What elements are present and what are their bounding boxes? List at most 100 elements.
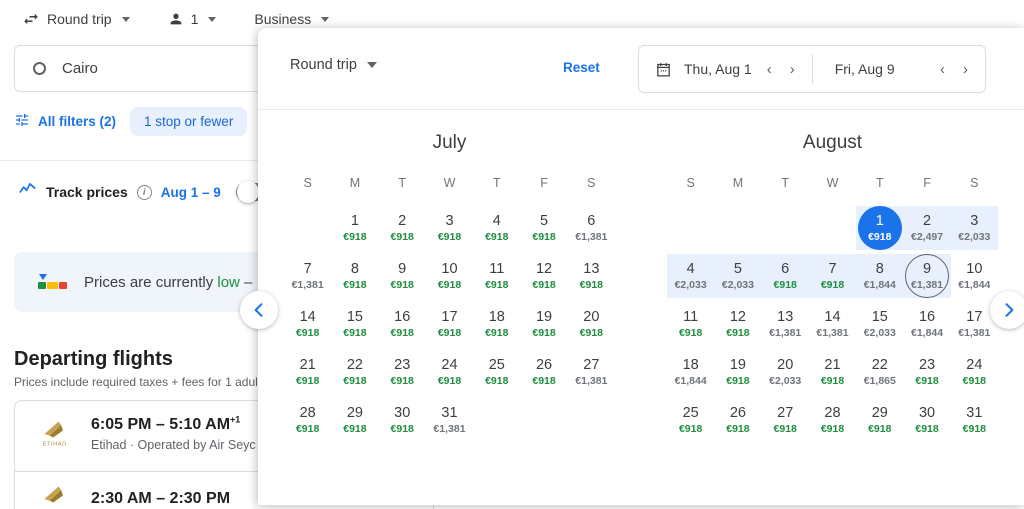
day-price: €918 bbox=[820, 422, 845, 435]
stops-filter-chip[interactable]: 1 stop or fewer bbox=[130, 107, 248, 136]
calendar-day-cell[interactable]: 6 €918 bbox=[762, 252, 809, 300]
calendar-day-cell[interactable]: 3 €918 bbox=[426, 204, 473, 252]
calendar-day-cell[interactable]: 2 €918 bbox=[379, 204, 426, 252]
day-price: €918 bbox=[820, 278, 845, 291]
weekday-label: S bbox=[970, 176, 979, 190]
return-date-field[interactable]: Fri, Aug 9 ‹ › bbox=[813, 46, 985, 92]
all-filters-button[interactable]: All filters (2) bbox=[14, 112, 116, 131]
chevron-down-icon bbox=[208, 16, 217, 22]
calendar-week: 11 €918 12 €918 13 €1,381 14 €1,381 15 €2,033 16 €1… bbox=[667, 300, 998, 348]
calendar-day-cell[interactable]: 18 €918 bbox=[473, 300, 520, 348]
calendar-day-cell[interactable]: 9 €918 bbox=[379, 252, 426, 300]
calendar-day-cell[interactable]: 27 €918 bbox=[762, 396, 809, 444]
calendar-day-cell[interactable]: 25 €918 bbox=[667, 396, 714, 444]
day-price: €918 bbox=[295, 326, 320, 339]
calendar-day-cell[interactable]: 10 €1,844 bbox=[951, 252, 998, 300]
passengers-selector[interactable]: 1 bbox=[160, 7, 225, 31]
calendar-day-cell[interactable]: 19 €918 bbox=[714, 348, 761, 396]
day-price: €918 bbox=[485, 278, 509, 291]
calendar-day-cell[interactable]: 2 €2,497 bbox=[903, 204, 950, 252]
calendar-day-cell[interactable]: 14 €1,381 bbox=[809, 300, 856, 348]
trip-type-selector[interactable]: Round trip bbox=[14, 6, 138, 32]
calendar-day-cell[interactable]: 23 €918 bbox=[379, 348, 426, 396]
calendar-day-cell[interactable]: 8 €1,844 bbox=[856, 252, 903, 300]
calendar-day-cell[interactable]: 15 €918 bbox=[331, 300, 378, 348]
departure-prev-day-button[interactable]: ‹ bbox=[764, 60, 775, 79]
calendar-week: 4 €2,033 5 €2,033 6 €918 7 €918 8 €1,844 9 €1,381 10… bbox=[667, 252, 998, 300]
day-number: 7 bbox=[828, 260, 837, 277]
calendar-day-cell[interactable]: 26 €918 bbox=[714, 396, 761, 444]
calendar-day-cell[interactable]: 27 €1,381 bbox=[568, 348, 615, 396]
calendar-day-cell[interactable]: 11 €918 bbox=[473, 252, 520, 300]
calendar-day-cell[interactable]: 1 €918 bbox=[856, 204, 903, 252]
month-title: July bbox=[432, 132, 467, 153]
calendar-day-cell[interactable]: 28 €918 bbox=[284, 396, 331, 444]
calendar-day-cell[interactable]: 11 €918 bbox=[667, 300, 714, 348]
day-price: €1,381 bbox=[911, 278, 944, 291]
calendar-day-cell[interactable]: 16 €1,844 bbox=[903, 300, 950, 348]
calendar-day-cell[interactable]: 10 €918 bbox=[426, 252, 473, 300]
calendar-day-cell[interactable]: 13 €1,381 bbox=[762, 300, 809, 348]
calendar-day-cell[interactable]: 23 €918 bbox=[903, 348, 950, 396]
calendar-day-cell[interactable]: 9 €1,381 bbox=[903, 252, 950, 300]
day-number: 24 bbox=[441, 356, 458, 373]
day-price: €918 bbox=[726, 374, 750, 387]
calendar-day-cell[interactable]: 5 €918 bbox=[520, 204, 567, 252]
calendar-day-cell[interactable]: 7 €1,381 bbox=[284, 252, 331, 300]
calendar-day-cell[interactable]: 19 €918 bbox=[520, 300, 567, 348]
calendar-day-cell[interactable]: 14 €918 bbox=[284, 300, 331, 348]
return-prev-day-button[interactable]: ‹ bbox=[937, 60, 948, 79]
calendar-day-cell[interactable]: 24 €918 bbox=[951, 348, 998, 396]
calendar-day-cell[interactable]: 18 €1,844 bbox=[667, 348, 714, 396]
day-price: €918 bbox=[579, 326, 604, 339]
day-price: €1,844 bbox=[863, 278, 896, 291]
calendar-day-cell[interactable]: 7 €918 bbox=[809, 252, 856, 300]
popup-trip-type-selector[interactable]: Round trip bbox=[290, 57, 377, 73]
calendar-day-cell[interactable]: 4 €918 bbox=[473, 204, 520, 252]
calendar-day-cell[interactable]: 31 €918 bbox=[951, 396, 998, 444]
departure-date-field[interactable]: Thu, Aug 1 ‹ › bbox=[639, 46, 812, 92]
calendar-day-cell[interactable]: 31 €1,381 bbox=[426, 396, 473, 444]
calendar-day-cell[interactable]: 26 €918 bbox=[520, 348, 567, 396]
track-prices-row: Track prices i Aug 1 – 9 bbox=[18, 180, 278, 204]
day-number: 9 bbox=[398, 260, 407, 277]
calendar-empty-cell bbox=[667, 204, 714, 252]
day-number: 13 bbox=[777, 308, 794, 325]
calendar-day-cell[interactable]: 12 €918 bbox=[714, 300, 761, 348]
calendar-day-cell[interactable]: 30 €918 bbox=[379, 396, 426, 444]
calendar-day-cell[interactable]: 15 €2,033 bbox=[856, 300, 903, 348]
calendar-day-cell[interactable]: 4 €2,033 bbox=[667, 252, 714, 300]
calendar-day-cell[interactable]: 8 €918 bbox=[331, 252, 378, 300]
calendar-day-cell[interactable]: 3 €2,033 bbox=[951, 204, 998, 252]
calendar-day-cell[interactable]: 21 €918 bbox=[809, 348, 856, 396]
calendar-day-cell[interactable]: 16 €918 bbox=[379, 300, 426, 348]
calendar-day-cell[interactable]: 29 €918 bbox=[331, 396, 378, 444]
calendar-day-cell[interactable]: 6 €1,381 bbox=[568, 204, 615, 252]
info-icon[interactable]: i bbox=[136, 184, 152, 200]
calendar-day-cell[interactable]: 13 €918 bbox=[568, 252, 615, 300]
calendar-day-cell[interactable]: 12 €918 bbox=[520, 252, 567, 300]
calendar-day-cell[interactable]: 5 €2,033 bbox=[714, 252, 761, 300]
calendar-prev-month-button[interactable] bbox=[240, 291, 278, 329]
day-price: €2,497 bbox=[911, 230, 944, 243]
calendar-day-cell[interactable]: 20 €2,033 bbox=[762, 348, 809, 396]
calendar-day-cell[interactable]: 20 €918 bbox=[568, 300, 615, 348]
day-number: 5 bbox=[733, 260, 742, 277]
return-next-day-button[interactable]: › bbox=[960, 60, 971, 79]
calendar-day-cell[interactable]: 21 €918 bbox=[284, 348, 331, 396]
calendar-day-cell[interactable]: 28 €918 bbox=[809, 396, 856, 444]
calendar-day-cell[interactable]: 29 €918 bbox=[856, 396, 903, 444]
calendar-day-cell[interactable]: 25 €918 bbox=[473, 348, 520, 396]
departure-next-day-button[interactable]: › bbox=[787, 60, 798, 79]
calendar-day-cell[interactable]: 22 €918 bbox=[331, 348, 378, 396]
calendar-next-month-button[interactable] bbox=[990, 291, 1024, 329]
calendar-day-cell[interactable]: 24 €918 bbox=[426, 348, 473, 396]
day-number: 20 bbox=[583, 308, 600, 325]
calendar-day-cell[interactable]: 17 €918 bbox=[426, 300, 473, 348]
date-fields-group: Thu, Aug 1 ‹ › Fri, Aug 9 ‹ › bbox=[638, 45, 986, 93]
day-number: 8 bbox=[350, 260, 359, 277]
calendar-day-cell[interactable]: 30 €918 bbox=[903, 396, 950, 444]
reset-button[interactable]: Reset bbox=[563, 60, 600, 75]
calendar-day-cell[interactable]: 1 €918 bbox=[331, 204, 378, 252]
calendar-day-cell[interactable]: 22 €1,865 bbox=[856, 348, 903, 396]
